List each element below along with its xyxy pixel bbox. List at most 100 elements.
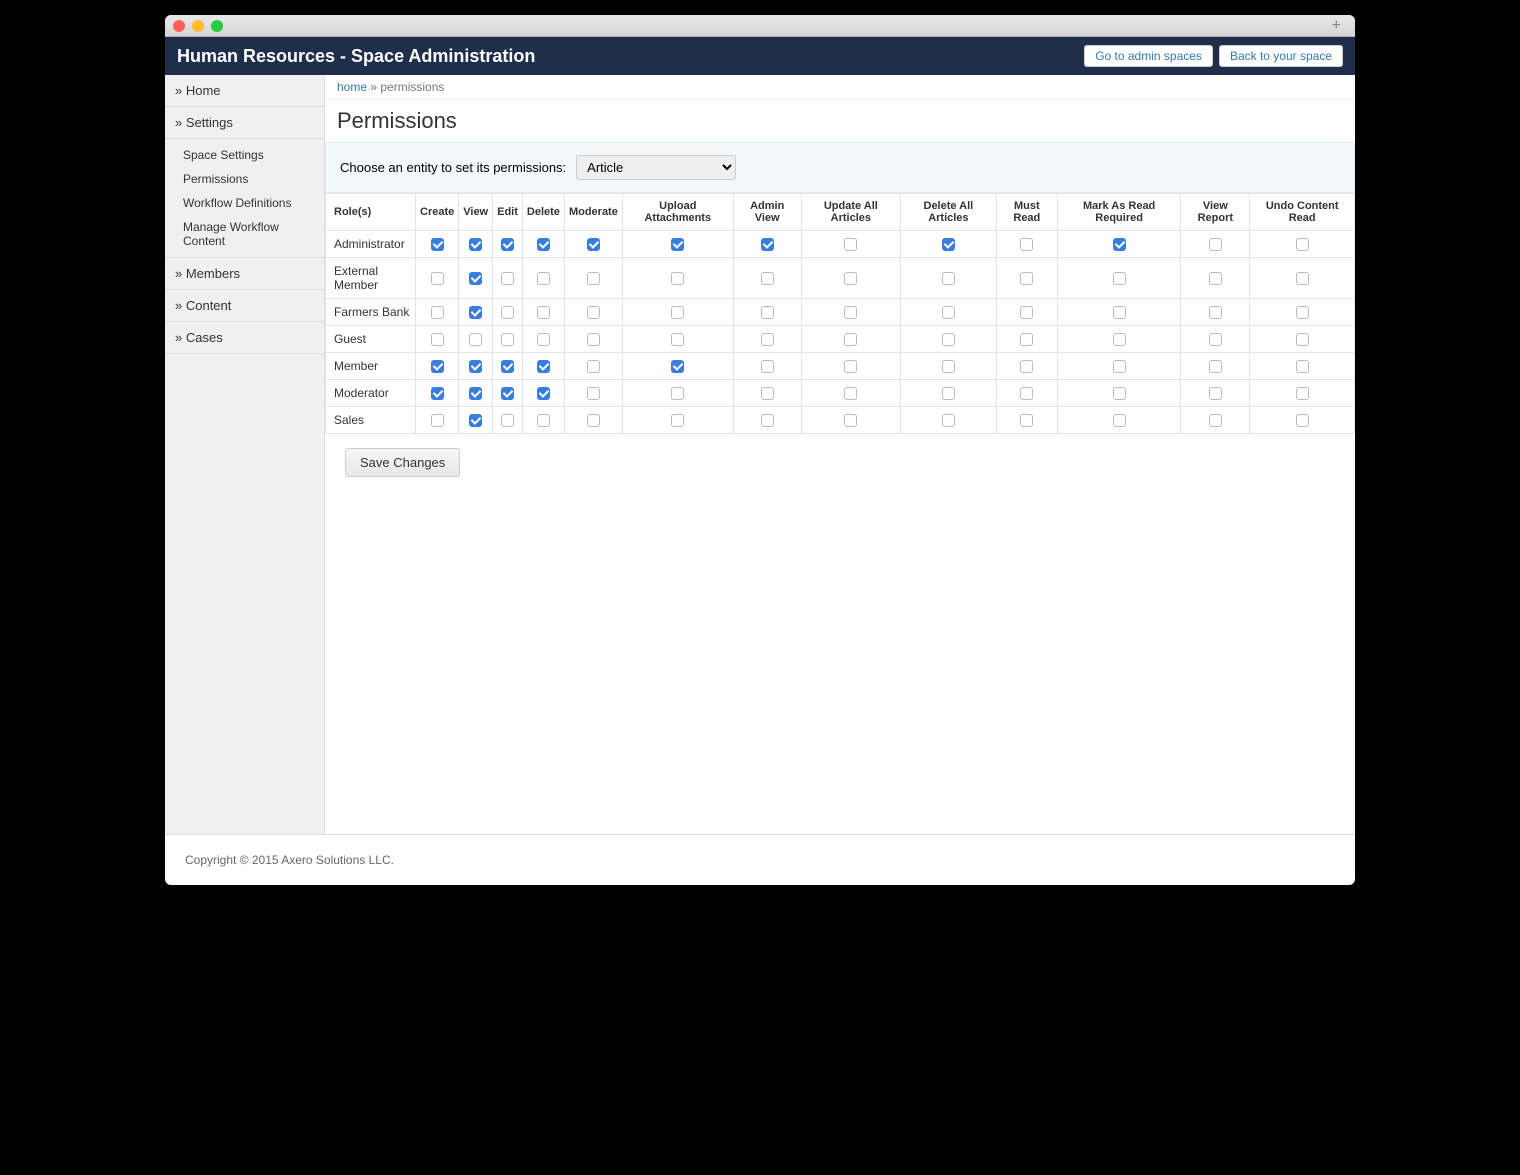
permission-checkbox[interactable] — [431, 360, 444, 373]
permission-checkbox[interactable] — [671, 238, 684, 251]
permission-checkbox[interactable] — [537, 333, 550, 346]
permission-checkbox[interactable] — [501, 360, 514, 373]
sidebar-sub-manage-workflow-content[interactable]: Manage Workflow Content — [165, 215, 324, 253]
permission-checkbox[interactable] — [1113, 306, 1126, 319]
permission-checkbox[interactable] — [501, 238, 514, 251]
permission-checkbox[interactable] — [501, 272, 514, 285]
permission-checkbox[interactable] — [1296, 238, 1309, 251]
permission-checkbox[interactable] — [942, 360, 955, 373]
permission-checkbox[interactable] — [761, 238, 774, 251]
permission-checkbox[interactable] — [942, 414, 955, 427]
permission-checkbox[interactable] — [1209, 414, 1222, 427]
permission-checkbox[interactable] — [844, 387, 857, 400]
permission-checkbox[interactable] — [844, 360, 857, 373]
permission-checkbox[interactable] — [587, 414, 600, 427]
permission-checkbox[interactable] — [942, 306, 955, 319]
permission-checkbox[interactable] — [587, 306, 600, 319]
sidebar-item-cases[interactable]: » Cases — [165, 322, 324, 354]
permission-checkbox[interactable] — [1296, 387, 1309, 400]
breadcrumb-home[interactable]: home — [337, 80, 367, 94]
permission-checkbox[interactable] — [844, 306, 857, 319]
permission-checkbox[interactable] — [1209, 306, 1222, 319]
permission-checkbox[interactable] — [942, 387, 955, 400]
permission-checkbox[interactable] — [1113, 333, 1126, 346]
permission-checkbox[interactable] — [1296, 333, 1309, 346]
permission-checkbox[interactable] — [844, 333, 857, 346]
maximize-icon[interactable] — [211, 20, 223, 32]
permission-checkbox[interactable] — [1020, 333, 1033, 346]
permission-checkbox[interactable] — [431, 387, 444, 400]
permission-checkbox[interactable] — [587, 360, 600, 373]
permission-checkbox[interactable] — [671, 387, 684, 400]
permission-checkbox[interactable] — [1209, 333, 1222, 346]
sidebar-sub-space-settings[interactable]: Space Settings — [165, 143, 324, 167]
permission-checkbox[interactable] — [431, 414, 444, 427]
sidebar-item-content[interactable]: » Content — [165, 290, 324, 322]
permission-checkbox[interactable] — [1020, 306, 1033, 319]
permission-checkbox[interactable] — [587, 238, 600, 251]
permission-checkbox[interactable] — [537, 272, 550, 285]
permission-checkbox[interactable] — [1296, 306, 1309, 319]
permission-checkbox[interactable] — [671, 414, 684, 427]
permission-checkbox[interactable] — [469, 272, 482, 285]
permission-checkbox[interactable] — [761, 333, 774, 346]
permission-checkbox[interactable] — [671, 333, 684, 346]
sidebar-item-home[interactable]: » Home — [165, 75, 324, 107]
permission-checkbox[interactable] — [431, 272, 444, 285]
new-tab-button[interactable]: + — [1326, 17, 1347, 35]
back-to-your-space-button[interactable]: Back to your space — [1219, 45, 1343, 67]
permission-checkbox[interactable] — [537, 414, 550, 427]
permission-checkbox[interactable] — [501, 414, 514, 427]
permission-checkbox[interactable] — [761, 360, 774, 373]
permission-checkbox[interactable] — [537, 238, 550, 251]
permission-checkbox[interactable] — [587, 333, 600, 346]
go-to-admin-spaces-button[interactable]: Go to admin spaces — [1084, 45, 1213, 67]
permission-checkbox[interactable] — [761, 272, 774, 285]
permission-checkbox[interactable] — [587, 272, 600, 285]
save-changes-button[interactable]: Save Changes — [345, 448, 460, 477]
permission-checkbox[interactable] — [671, 360, 684, 373]
close-icon[interactable] — [173, 20, 185, 32]
permission-checkbox[interactable] — [469, 360, 482, 373]
permission-checkbox[interactable] — [1113, 360, 1126, 373]
permission-checkbox[interactable] — [537, 387, 550, 400]
permission-checkbox[interactable] — [671, 272, 684, 285]
permission-checkbox[interactable] — [1113, 387, 1126, 400]
permission-checkbox[interactable] — [1113, 414, 1126, 427]
permission-checkbox[interactable] — [761, 387, 774, 400]
permission-checkbox[interactable] — [469, 414, 482, 427]
permission-checkbox[interactable] — [1020, 387, 1033, 400]
permission-checkbox[interactable] — [431, 238, 444, 251]
permission-checkbox[interactable] — [1113, 238, 1126, 251]
permission-checkbox[interactable] — [844, 414, 857, 427]
permission-checkbox[interactable] — [587, 387, 600, 400]
permission-checkbox[interactable] — [1296, 360, 1309, 373]
permission-checkbox[interactable] — [431, 333, 444, 346]
permission-checkbox[interactable] — [1020, 272, 1033, 285]
permission-checkbox[interactable] — [501, 333, 514, 346]
permission-checkbox[interactable] — [1209, 387, 1222, 400]
permission-checkbox[interactable] — [537, 306, 550, 319]
permission-checkbox[interactable] — [469, 387, 482, 400]
permission-checkbox[interactable] — [1020, 238, 1033, 251]
permission-checkbox[interactable] — [1020, 414, 1033, 427]
entity-select[interactable]: Article — [576, 155, 736, 180]
sidebar-item-members[interactable]: » Members — [165, 258, 324, 290]
permission-checkbox[interactable] — [1209, 360, 1222, 373]
permission-checkbox[interactable] — [469, 238, 482, 251]
permission-checkbox[interactable] — [1020, 360, 1033, 373]
permission-checkbox[interactable] — [1209, 238, 1222, 251]
permission-checkbox[interactable] — [431, 306, 444, 319]
permission-checkbox[interactable] — [1209, 272, 1222, 285]
permission-checkbox[interactable] — [844, 238, 857, 251]
permission-checkbox[interactable] — [501, 387, 514, 400]
permission-checkbox[interactable] — [942, 333, 955, 346]
permission-checkbox[interactable] — [761, 306, 774, 319]
permission-checkbox[interactable] — [469, 333, 482, 346]
minimize-icon[interactable] — [192, 20, 204, 32]
permission-checkbox[interactable] — [1113, 272, 1126, 285]
permission-checkbox[interactable] — [761, 414, 774, 427]
permission-checkbox[interactable] — [537, 360, 550, 373]
permission-checkbox[interactable] — [942, 238, 955, 251]
permission-checkbox[interactable] — [1296, 272, 1309, 285]
